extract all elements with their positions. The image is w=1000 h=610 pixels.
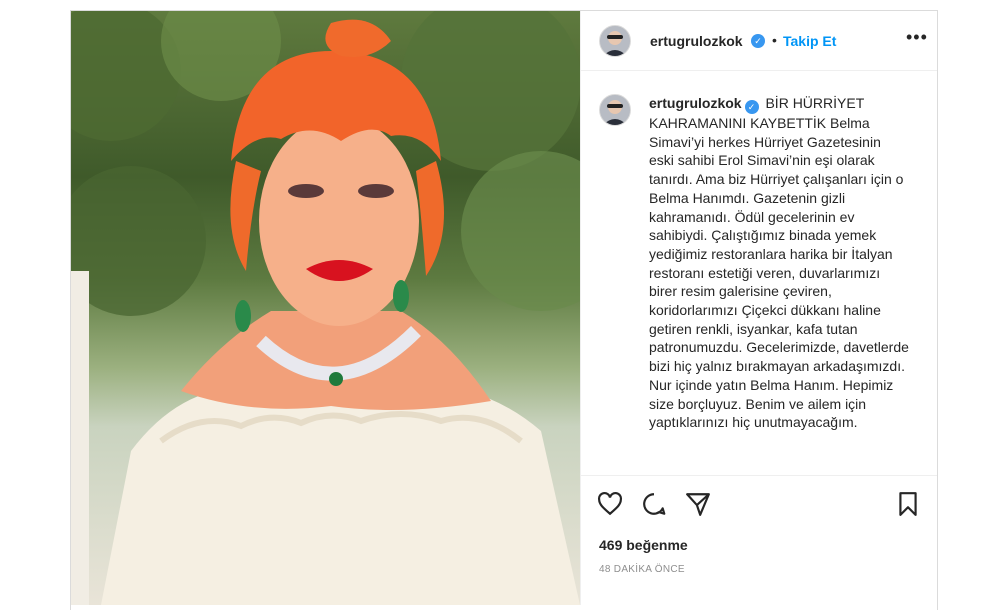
post-header: ertugrulozkok ✓ • Takip Et ••• [581, 11, 937, 71]
comment-icon[interactable] [641, 491, 667, 517]
bookmark-icon[interactable] [895, 491, 921, 517]
post-timestamp[interactable]: 48 DAKİKA ÖNCE [599, 564, 685, 575]
post-photo[interactable] [71, 11, 580, 605]
post-caption: ertugrulozkok ✓ BİR HÜRRİYET KAHRAMANINI … [649, 94, 909, 432]
header-username[interactable]: ertugrulozkok [650, 33, 743, 49]
verified-badge-icon: ✓ [744, 100, 759, 114]
caption-avatar[interactable] [599, 94, 631, 126]
post-side-pane: ertugrulozkok ✓ • Takip Et ••• ertugrulo… [581, 11, 937, 605]
action-bar [581, 475, 937, 526]
follow-button[interactable]: Takip Et [783, 33, 836, 49]
more-dots-icon[interactable]: ••• [906, 27, 928, 48]
portrait-illustration [71, 11, 580, 605]
heart-icon[interactable] [597, 491, 623, 517]
caption-text: BİR HÜRRİYET KAHRAMANINI KAYBETTİK Belma… [649, 95, 909, 431]
separator-dot: • [772, 32, 777, 48]
paper-plane-icon[interactable] [685, 491, 711, 517]
verified-badge-icon: ✓ [751, 34, 765, 48]
likes-count[interactable]: 469 beğenme [599, 537, 688, 553]
avatar-image [600, 26, 630, 56]
caption-username[interactable]: ertugrulozkok [649, 95, 742, 111]
instagram-post: ertugrulozkok ✓ • Takip Et ••• ertugrulo… [70, 10, 938, 610]
avatar-image [600, 95, 630, 125]
avatar[interactable] [599, 25, 631, 57]
